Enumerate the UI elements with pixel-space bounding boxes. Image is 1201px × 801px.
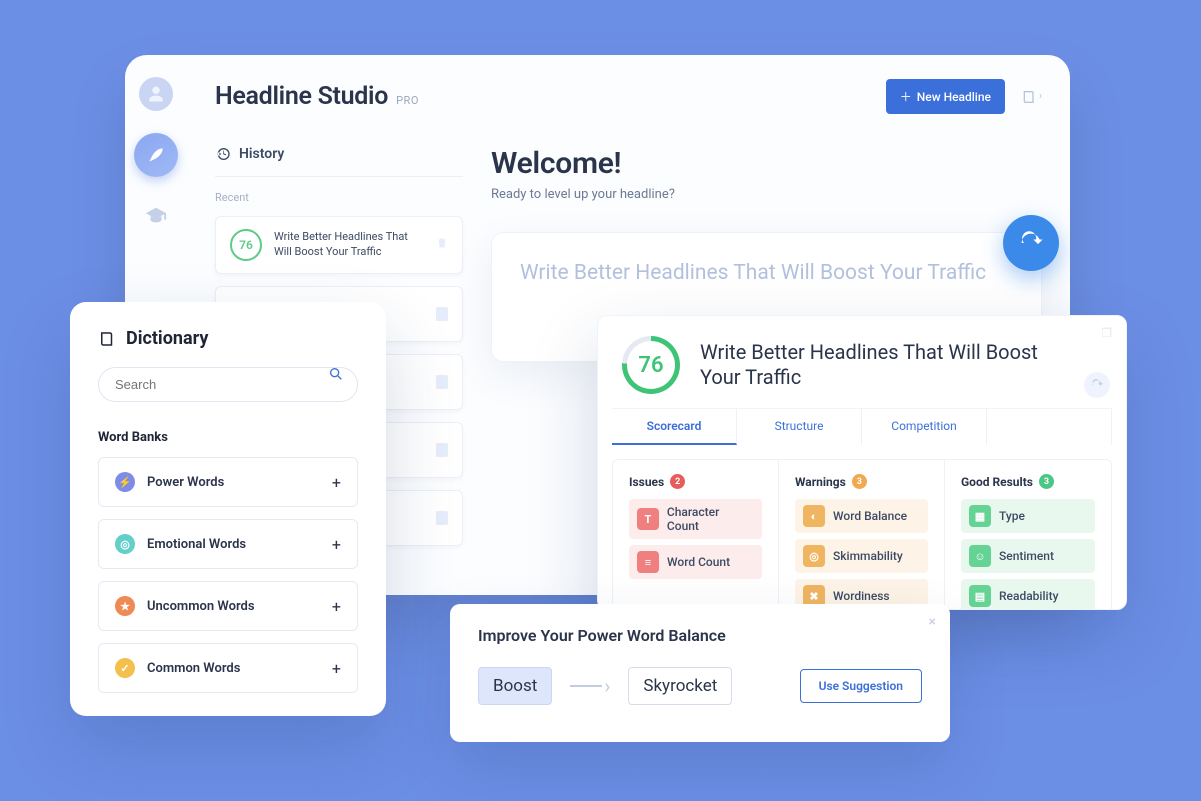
good-count: 3 — [1039, 474, 1054, 489]
welcome-block: Welcome! Ready to level up your headline… — [491, 146, 1042, 202]
word-bank-uncommon[interactable]: ★Uncommon Words + — [98, 581, 358, 631]
history-item-title: Write Better Headlines That Will Boost Y… — [274, 230, 424, 260]
issues-column: Issues 2 TCharacter Count ≡Word Count — [613, 460, 779, 610]
welcome-title: Welcome! — [491, 146, 1042, 181]
warning-word-balance[interactable]: ◐Word Balance — [795, 499, 928, 533]
issues-count: 2 — [670, 474, 685, 489]
issue-character-count[interactable]: TCharacter Count — [629, 499, 762, 539]
analyze-button[interactable] — [1003, 215, 1059, 271]
arrow-right-icon: › — [570, 674, 610, 698]
suggestion-to-word: Skyrocket — [628, 667, 732, 705]
refresh-icon[interactable] — [1084, 372, 1110, 398]
recent-label: Recent — [215, 191, 463, 204]
tab-empty — [987, 409, 1112, 445]
star-icon: ★ — [115, 596, 135, 616]
history-label: History — [239, 146, 284, 162]
scorecard-headline: Write Better Headlines That Will Boost Y… — [700, 340, 1040, 390]
word-bank-emotional[interactable]: ◎Emotional Words + — [98, 519, 358, 569]
readability-icon: ▤ — [969, 585, 991, 607]
copy-icon[interactable]: ❐ — [1101, 326, 1112, 340]
history-item[interactable]: 76 Write Better Headlines That Will Boos… — [215, 216, 463, 274]
graduation-icon[interactable] — [139, 199, 173, 233]
history-score: 76 — [230, 229, 262, 261]
warnings-label: Warnings — [795, 475, 846, 489]
app-header: Headline Studio PRO ＋ New Headline › — [215, 79, 1042, 114]
tab-scorecard[interactable]: Scorecard — [612, 409, 737, 445]
welcome-subtitle: Ready to level up your headline? — [491, 187, 1042, 202]
dictionary-title: Dictionary — [126, 328, 208, 349]
search-icon[interactable] — [328, 366, 344, 386]
target-icon: ◎ — [115, 534, 135, 554]
app-title: Headline Studio PRO — [215, 82, 419, 111]
trash-icon[interactable] — [436, 236, 448, 254]
plus-icon[interactable]: + — [332, 597, 341, 616]
word-bank-common[interactable]: ✓Common Words + — [98, 643, 358, 693]
word-banks-label: Word Banks — [98, 430, 358, 445]
warnings-count: 3 — [852, 474, 867, 489]
history-header: History — [215, 146, 463, 177]
score-value: 76 — [627, 341, 675, 389]
pro-badge: PRO — [396, 94, 419, 107]
headline-editor-text: Write Better Headlines That Will Boost Y… — [520, 259, 1013, 287]
good-label: Good Results — [961, 475, 1033, 489]
check-icon: ✓ — [115, 658, 135, 678]
scorecard-header: 76 Write Better Headlines That Will Boos… — [598, 316, 1126, 408]
character-icon: T — [637, 508, 659, 530]
suggestion-title: Improve Your Power Word Balance — [478, 626, 922, 645]
new-headline-label: New Headline — [917, 90, 991, 104]
balance-icon: ◐ — [803, 505, 825, 527]
docs-icon[interactable]: › — [1021, 89, 1042, 105]
tab-structure[interactable]: Structure — [737, 409, 862, 445]
tab-competition[interactable]: Competition — [862, 409, 987, 445]
skim-icon: ◎ — [803, 545, 825, 567]
bolt-icon: ⚡ — [115, 472, 135, 492]
issue-word-count[interactable]: ≡Word Count — [629, 545, 762, 579]
new-headline-button[interactable]: ＋ New Headline — [886, 79, 1005, 114]
plus-icon: ＋ — [900, 88, 912, 105]
app-title-text: Headline Studio — [215, 82, 388, 111]
good-readability[interactable]: ▤Readability — [961, 579, 1095, 610]
history-icon — [215, 146, 231, 162]
suggestion-card: × Improve Your Power Word Balance Boost … — [450, 604, 950, 742]
close-icon[interactable]: × — [929, 614, 936, 630]
plus-icon[interactable]: + — [332, 473, 341, 492]
chevron-right-icon: › — [1039, 91, 1042, 102]
warning-skimmability[interactable]: ◎Skimmability — [795, 539, 928, 573]
good-sentiment[interactable]: ☺Sentiment — [961, 539, 1095, 573]
dictionary-panel: Dictionary Word Banks ⚡Power Words + ◎Em… — [70, 302, 386, 716]
scorecard-panel: 76 Write Better Headlines That Will Boos… — [597, 315, 1127, 610]
scorecard-grid: Issues 2 TCharacter Count ≡Word Count War… — [612, 459, 1112, 610]
score-circle: 76 — [622, 336, 680, 394]
use-suggestion-button[interactable]: Use Suggestion — [800, 669, 922, 703]
sentiment-icon: ☺ — [969, 545, 991, 567]
word-bank-power[interactable]: ⚡Power Words + — [98, 457, 358, 507]
wordcount-icon: ≡ — [637, 551, 659, 573]
dictionary-search-input[interactable] — [98, 367, 358, 402]
good-type[interactable]: ▦Type — [961, 499, 1095, 533]
book-icon — [98, 330, 116, 348]
plus-icon[interactable]: + — [332, 535, 341, 554]
avatar-icon[interactable] — [139, 77, 173, 111]
issues-label: Issues — [629, 475, 664, 489]
suggestion-from-word: Boost — [478, 667, 552, 705]
plus-icon[interactable]: + — [332, 659, 341, 678]
dictionary-header: Dictionary — [98, 328, 358, 349]
warnings-column: Warnings3 ◐Word Balance ◎Skimmability ✖W… — [779, 460, 945, 610]
feather-icon[interactable] — [134, 133, 178, 177]
scorecard-tabs: Scorecard Structure Competition — [612, 408, 1112, 445]
good-column: Good Results 3 ▦Type ☺Sentiment ▤Readabil… — [945, 460, 1111, 610]
type-icon: ▦ — [969, 505, 991, 527]
